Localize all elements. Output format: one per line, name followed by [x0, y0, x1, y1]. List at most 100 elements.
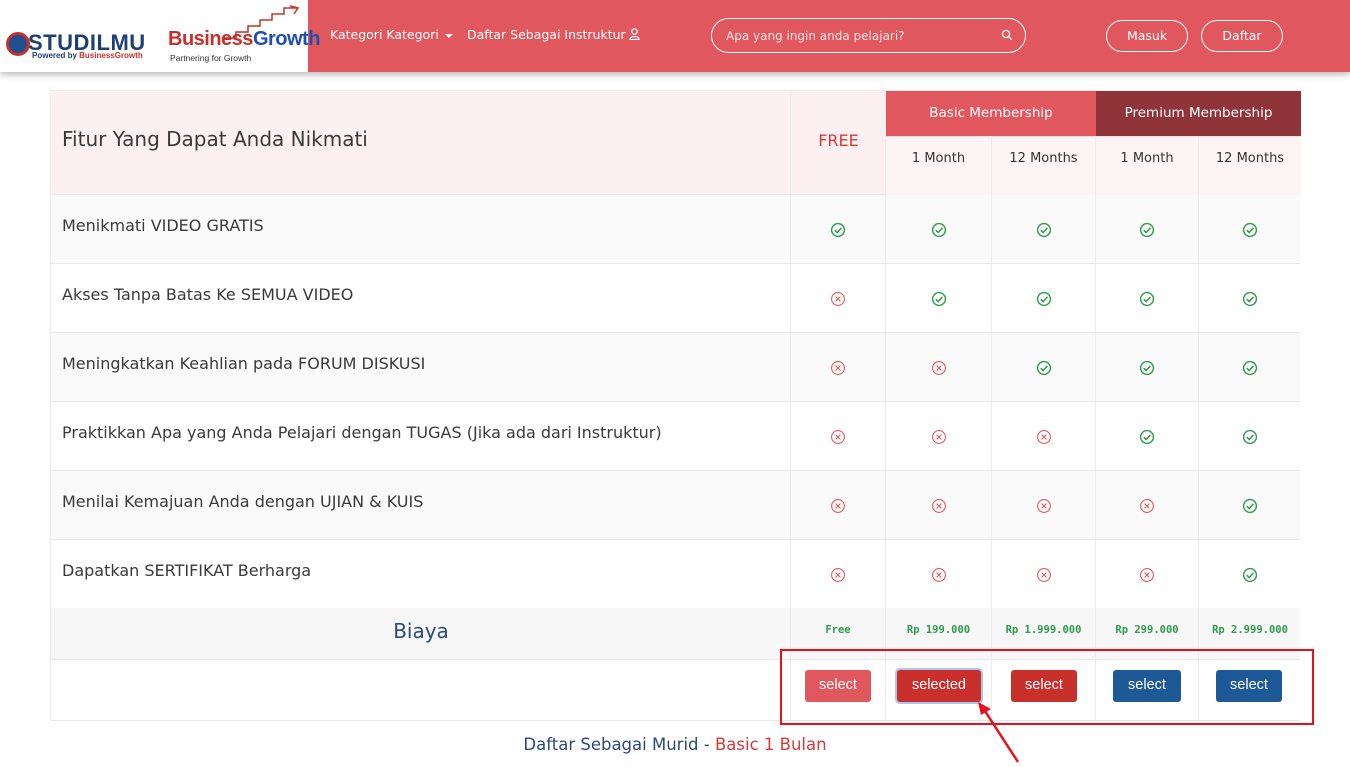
check-circle-icon [1139, 360, 1155, 376]
register-as-student-text: Daftar Sebagai Murid - Basic 1 Bulan [0, 735, 1350, 754]
price-label: Biaya [393, 619, 449, 643]
feature-label: Menilai Kemajuan Anda dengan UJIAN & KUI… [62, 492, 424, 511]
search-input[interactable] [726, 27, 996, 45]
feature-label: Menikmati VIDEO GRATIS [62, 216, 264, 235]
x-circle-icon [1140, 499, 1154, 513]
check-circle-icon [1242, 429, 1258, 445]
globe-icon [6, 32, 30, 56]
check-circle-icon [830, 222, 846, 238]
premium-membership-header: Premium Membership [1096, 91, 1301, 136]
selected-plan-label: Basic 1 Bulan [714, 735, 827, 754]
businessgrowth-logo-tagline: Partnering for Growth [170, 53, 252, 63]
feature-row: Dapatkan SERTIFIKAT Berharga [50, 540, 1300, 609]
feature-cell-premium-1-month [1096, 333, 1199, 401]
feature-cell-basic-12-months [992, 540, 1096, 608]
nav-daftar-instruktur[interactable]: Daftar Sebagai Instruktur [467, 27, 640, 42]
feature-label: Praktikkan Apa yang Anda Pelajari dengan… [62, 423, 662, 442]
feature-cell-free [791, 540, 886, 608]
basic-12-months-header: 12 Months [992, 136, 1096, 196]
highlight-annotation-box [780, 649, 1314, 725]
feature-cell-free [791, 402, 886, 470]
feature-cell-basic-1-month [886, 333, 992, 401]
x-circle-icon [831, 499, 845, 513]
feature-cell-free [791, 333, 886, 401]
price-premium-12-months: Rp 2.999.000 [1212, 624, 1288, 636]
feature-cell-premium-12-months [1199, 195, 1301, 263]
check-circle-icon [1139, 291, 1155, 307]
header-free-cell: FREE [791, 91, 886, 194]
feature-cell-premium-1-month [1096, 195, 1199, 263]
price-basic-12-months: Rp 1.999.000 [1005, 624, 1082, 636]
top-navbar: STUDILMU Powered by BusinessGrowth Busin… [0, 0, 1350, 72]
register-prefix: Daftar Sebagai Murid - [523, 735, 710, 754]
feature-cell-premium-1-month [1096, 264, 1199, 332]
x-circle-icon [931, 568, 946, 582]
feature-label-cell: Praktikkan Apa yang Anda Pelajari dengan… [51, 402, 791, 470]
feature-cell-basic-1-month [886, 540, 992, 608]
feature-cell-premium-12-months [1199, 333, 1301, 401]
check-circle-icon [1242, 498, 1258, 514]
search-box [711, 18, 1026, 53]
x-circle-icon [831, 361, 845, 375]
check-circle-icon [1036, 360, 1051, 376]
feature-cell-premium-1-month [1096, 402, 1199, 470]
price-label-cell: Biaya [51, 608, 791, 659]
premium-1-month-header: 1 Month [1096, 136, 1199, 196]
check-circle-icon [1036, 222, 1051, 238]
basic-membership-header: Basic Membership [886, 91, 1096, 136]
check-circle-icon [1242, 360, 1258, 376]
masuk-button[interactable]: Masuk [1106, 20, 1188, 52]
feature-cell-free [791, 195, 886, 263]
daftar-button[interactable]: Daftar [1201, 20, 1283, 52]
feature-row: Menikmati VIDEO GRATIS [50, 195, 1300, 264]
businessgrowth-logo-name: BusinessGrowth [168, 28, 320, 50]
check-circle-icon [1242, 567, 1258, 583]
nav-kategori-dropdown[interactable]: Kategori Kategori [330, 27, 453, 42]
businessgrowth-logo[interactable]: BusinessGrowth Partnering for Growth [166, 2, 320, 68]
feature-cell-free [791, 471, 886, 539]
check-circle-icon [1242, 291, 1258, 307]
user-icon [629, 28, 640, 40]
nav-kategori-label: Kategori Kategori [330, 27, 439, 42]
x-circle-icon [931, 499, 946, 513]
feature-row: Meningkatkan Keahlian pada FORUM DISKUSI [50, 333, 1300, 402]
feature-cell-basic-1-month [886, 402, 992, 470]
header-feature-cell: Fitur Yang Dapat Anda Nikmati [51, 91, 791, 194]
feature-row: Praktikkan Apa yang Anda Pelajari dengan… [50, 402, 1300, 471]
feature-row: Menilai Kemajuan Anda dengan UJIAN & KUI… [50, 471, 1300, 540]
x-circle-icon [1036, 499, 1051, 513]
check-circle-icon [1139, 429, 1155, 445]
feature-cell-premium-12-months [1199, 264, 1301, 332]
feature-cell-basic-12-months [992, 471, 1096, 539]
x-circle-icon [1036, 430, 1051, 444]
x-circle-icon [831, 568, 845, 582]
feature-cell-premium-12-months [1199, 540, 1301, 608]
feature-label-cell: Dapatkan SERTIFIKAT Berharga [51, 540, 791, 608]
logo-area[interactable]: STUDILMU Powered by BusinessGrowth Busin… [0, 0, 320, 72]
table-title: Fitur Yang Dapat Anda Nikmati [62, 127, 368, 151]
feature-cell-basic-12-months [992, 195, 1096, 263]
x-circle-icon [831, 430, 845, 444]
feature-cell-premium-1-month [1096, 540, 1199, 608]
x-circle-icon [931, 430, 946, 444]
feature-cell-basic-12-months [992, 333, 1096, 401]
studilmu-logo-tagline: Powered by BusinessGrowth [32, 51, 143, 60]
x-circle-icon [1140, 568, 1154, 582]
price-free: Free [825, 624, 851, 636]
feature-cell-basic-1-month [886, 471, 992, 539]
x-circle-icon [831, 292, 845, 306]
check-circle-icon [1139, 222, 1155, 238]
price-basic-1-month: Rp 199.000 [906, 624, 971, 636]
feature-cell-premium-12-months [1199, 402, 1301, 470]
feature-cell-basic-1-month [886, 195, 992, 263]
select-label-cell [51, 660, 791, 720]
search-icon[interactable] [1001, 29, 1013, 41]
studilmu-logo[interactable]: STUDILMU Powered by BusinessGrowth [6, 28, 158, 64]
check-circle-icon [931, 291, 946, 307]
feature-label: Akses Tanpa Batas Ke SEMUA VIDEO [62, 285, 354, 304]
feature-cell-free [791, 264, 886, 332]
feature-cell-basic-12-months [992, 264, 1096, 332]
feature-label-cell: Menikmati VIDEO GRATIS [51, 195, 791, 263]
free-column-title: FREE [818, 131, 859, 150]
feature-cell-basic-1-month [886, 264, 992, 332]
